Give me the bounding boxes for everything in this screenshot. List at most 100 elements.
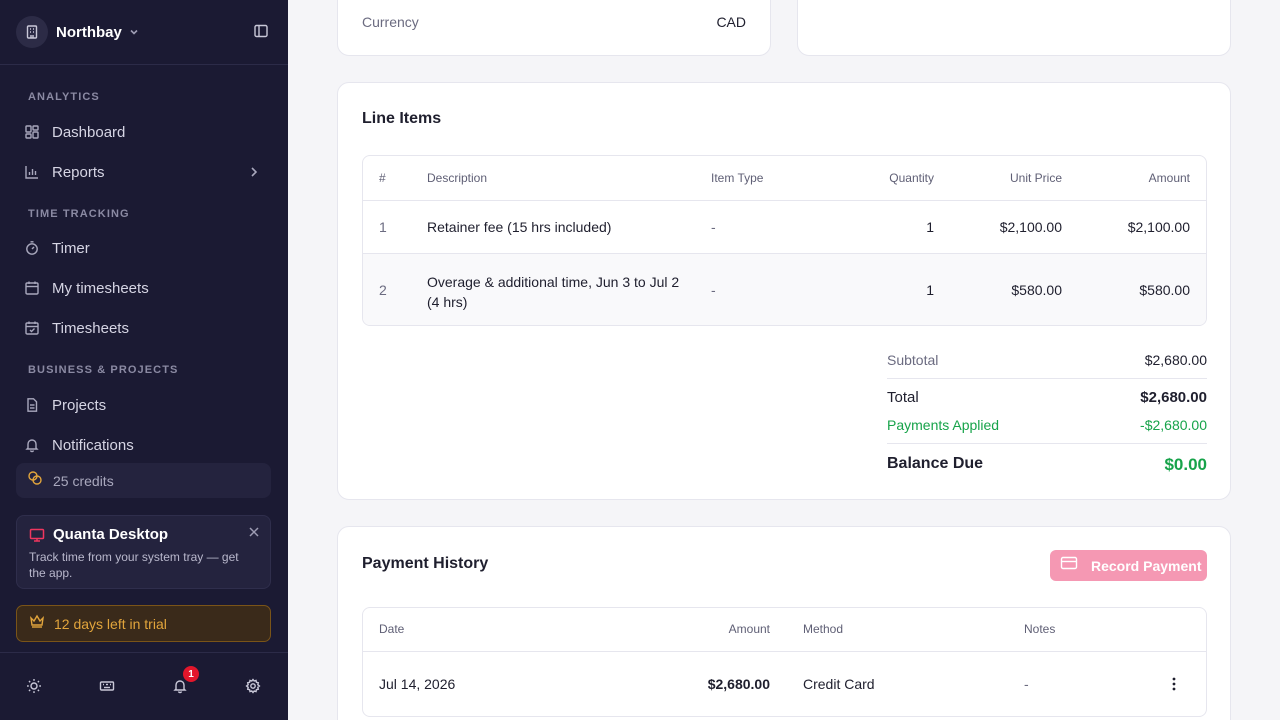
cell-amount: $2,680.00 bbox=[707, 676, 770, 692]
cell-num: 1 bbox=[379, 219, 387, 235]
cell-amount: $2,100.00 bbox=[1127, 219, 1190, 235]
col-item-type: Item Type bbox=[711, 171, 764, 185]
sidebar-item-label: Dashboard bbox=[52, 123, 126, 141]
col-amount: Amount bbox=[728, 622, 770, 636]
cell-notes: - bbox=[1024, 676, 1029, 692]
currency-label: Currency bbox=[362, 14, 419, 30]
credits-label: 25 credits bbox=[53, 472, 114, 489]
theme-sun-icon[interactable] bbox=[25, 677, 43, 695]
cell-description: Overage & additional time, Jun 3 to Jul … bbox=[427, 274, 680, 310]
col-unit-price: Unit Price bbox=[1009, 171, 1062, 185]
payments-applied-value: -$2,680.00 bbox=[1140, 417, 1207, 433]
cell-unit-price: $580.00 bbox=[1011, 282, 1062, 298]
section-time-tracking: TIME TRACKING bbox=[28, 208, 130, 220]
cell-description: Retainer fee (15 hrs included) bbox=[427, 219, 612, 235]
cell-quantity: 1 bbox=[926, 282, 934, 298]
sidebar-item-label: Timer bbox=[52, 239, 90, 257]
cell-unit-price: $2,100.00 bbox=[999, 219, 1062, 235]
invoice-details-card: Currency CAD bbox=[337, 0, 771, 56]
cell-num: 2 bbox=[379, 282, 387, 298]
chevron-right-icon bbox=[248, 165, 260, 184]
col-num: # bbox=[379, 171, 386, 185]
calendar-icon bbox=[24, 280, 40, 296]
sidebar-item-timer[interactable]: Timer bbox=[16, 230, 272, 266]
col-description: Description bbox=[427, 171, 488, 185]
gear-icon[interactable] bbox=[244, 677, 262, 695]
col-date: Date bbox=[379, 622, 405, 636]
col-amount: Amount bbox=[1148, 171, 1190, 185]
chevron-down-icon bbox=[128, 26, 140, 38]
col-notes: Notes bbox=[1024, 622, 1056, 636]
section-analytics: ANALYTICS bbox=[28, 91, 100, 103]
stopwatch-icon bbox=[24, 240, 40, 256]
sidebar-item-notifications[interactable]: Notifications bbox=[16, 427, 272, 463]
sidebar: Northbay ANALYTICS Dashboard Reports TIM… bbox=[0, 0, 288, 720]
total-label: Total bbox=[887, 389, 919, 406]
trial-label: 12 days left in trial bbox=[54, 615, 167, 632]
document-icon bbox=[24, 397, 40, 413]
balance-due-value: $0.00 bbox=[1164, 455, 1207, 474]
sidebar-item-dashboard[interactable]: Dashboard bbox=[16, 114, 272, 150]
more-vertical-icon[interactable] bbox=[1166, 676, 1182, 692]
table-header: Date Amount Method Notes bbox=[363, 608, 1206, 652]
close-icon[interactable] bbox=[248, 525, 260, 537]
subtotal-value: $2,680.00 bbox=[1144, 352, 1207, 368]
building-icon bbox=[16, 16, 48, 48]
col-method: Method bbox=[803, 622, 844, 636]
col-quantity: Quantity bbox=[889, 171, 934, 185]
monitor-icon bbox=[29, 527, 45, 548]
sidebar-item-reports[interactable]: Reports bbox=[16, 154, 272, 190]
invoice-side-card bbox=[797, 0, 1231, 56]
total-value: $2,680.00 bbox=[1140, 389, 1207, 406]
bar-chart-icon bbox=[24, 164, 40, 180]
table-header: # Description Item Type Quantity Unit Pr… bbox=[363, 156, 1206, 201]
record-payment-button[interactable]: Record Payment bbox=[1050, 550, 1207, 581]
table-row: 1 Retainer fee (15 hrs included) - 1 $2,… bbox=[363, 201, 1206, 254]
cell-method: Credit Card bbox=[803, 676, 875, 692]
cell-quantity: 1 bbox=[926, 219, 934, 235]
promo-text: Track time from your system tray — get t… bbox=[29, 550, 239, 580]
bell-icon bbox=[24, 437, 40, 453]
record-payment-label: Record Payment bbox=[1091, 557, 1202, 574]
line-items-table: # Description Item Type Quantity Unit Pr… bbox=[362, 155, 1207, 326]
keyboard-icon[interactable] bbox=[98, 677, 116, 695]
line-items-card: Line Items # Description Item Type Quant… bbox=[337, 82, 1231, 500]
sidebar-item-label: Notifications bbox=[52, 436, 134, 454]
currency-value: CAD bbox=[716, 14, 746, 30]
table-row: Jul 14, 2026 $2,680.00 Credit Card - bbox=[363, 652, 1206, 716]
table-row: 2 Overage & additional time, Jun 3 to Ju… bbox=[363, 254, 1206, 325]
summary-divider bbox=[887, 443, 1207, 444]
payment-history-title: Payment History bbox=[362, 555, 489, 572]
line-items-title: Line Items bbox=[362, 110, 442, 127]
payment-history-table: Date Amount Method Notes Jul 14, 2026 $2… bbox=[362, 607, 1207, 717]
sidebar-item-label: Timesheets bbox=[52, 319, 129, 337]
summary-divider bbox=[887, 378, 1207, 379]
desktop-promo-card: Quanta Desktop Track time from your syst… bbox=[16, 515, 271, 589]
payments-applied-label: Payments Applied bbox=[887, 417, 1000, 433]
notification-badge: 1 bbox=[183, 666, 199, 682]
workspace-name: Northbay bbox=[56, 23, 122, 41]
credit-card-icon bbox=[1060, 556, 1078, 575]
workspace-switcher[interactable]: Northbay bbox=[16, 16, 140, 48]
sidebar-item-label: Reports bbox=[52, 163, 105, 181]
calendar-check-icon bbox=[24, 320, 40, 336]
section-business-projects: BUSINESS & PROJECTS bbox=[28, 364, 179, 376]
cell-amount: $580.00 bbox=[1139, 282, 1190, 298]
promo-title: Quanta Desktop bbox=[53, 526, 169, 543]
subtotal-label: Subtotal bbox=[887, 352, 939, 368]
credits-indicator[interactable]: 25 credits bbox=[16, 463, 271, 498]
sidebar-toggle-icon[interactable] bbox=[252, 22, 270, 40]
sidebar-item-timesheets[interactable]: Timesheets bbox=[16, 310, 272, 346]
cell-item-type: - bbox=[711, 282, 716, 298]
sidebar-bottom-divider bbox=[0, 652, 288, 653]
trial-banner[interactable]: 12 days left in trial bbox=[16, 605, 271, 642]
coins-icon bbox=[27, 470, 43, 491]
crown-icon bbox=[29, 613, 45, 634]
sidebar-item-label: Projects bbox=[52, 396, 107, 414]
sidebar-item-projects[interactable]: Projects bbox=[16, 387, 272, 423]
sidebar-item-my-timesheets[interactable]: My timesheets bbox=[16, 270, 272, 306]
sidebar-item-label: My timesheets bbox=[52, 279, 149, 297]
dashboard-icon bbox=[24, 124, 40, 140]
balance-due-label: Balance Due bbox=[887, 455, 984, 472]
cell-item-type: - bbox=[711, 219, 716, 235]
